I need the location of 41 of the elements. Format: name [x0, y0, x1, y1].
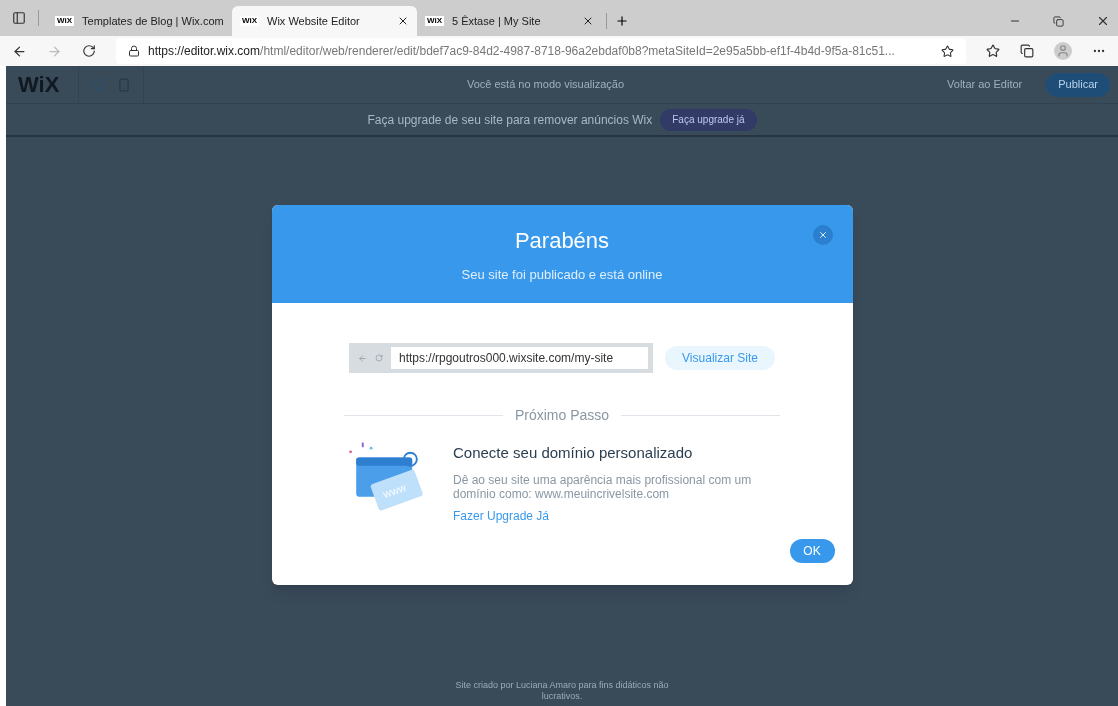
- close-icon: [817, 230, 828, 240]
- back-arrow-icon: [358, 353, 367, 363]
- site-url: https://rpgoutros000.wixsite.com/my-site: [391, 347, 648, 369]
- close-button[interactable]: [812, 225, 833, 245]
- preview-notice: Você está no modo visualização: [465, 77, 626, 93]
- wix-logo: WiX: [17, 71, 61, 99]
- restore-icon[interactable]: [1053, 15, 1064, 27]
- step-title: Conecte seu domínio personalizado: [453, 443, 694, 463]
- reload-icon[interactable]: [82, 44, 96, 58]
- back-to-editor-link[interactable]: Voltar ao Editor: [947, 76, 1023, 93]
- tab-actions-icon[interactable]: [12, 11, 26, 25]
- reload-icon: [375, 354, 383, 362]
- domain-illustration-drawing: WWW: [345, 438, 429, 518]
- section-label: Próximo Passo: [514, 406, 610, 425]
- modal-title: Parabéns: [514, 226, 610, 255]
- url-path: /html/editor/web/renderer/edit/bdef7ac9-84d2-4987-8718-96a2ebdaf0b8?metaSiteId=2e95a5bb-ef1f-4b4d-9f5a-81c51...: [260, 43, 895, 60]
- tab-title: 5 Êxtase | My Site: [452, 13, 542, 29]
- close-icon[interactable]: [397, 15, 409, 27]
- favorites-icon[interactable]: [986, 44, 1000, 58]
- browser-tab[interactable]: WiX Wix Website Editor: [232, 6, 417, 36]
- add-favorite-icon[interactable]: [941, 44, 954, 58]
- lock-icon: [128, 45, 140, 57]
- close-icon[interactable]: [582, 15, 594, 27]
- collections-icon[interactable]: [1020, 44, 1034, 58]
- tab-favicon: WiX: [55, 16, 75, 26]
- tab-title: Templates de Blog | Wix.com: [82, 13, 224, 29]
- close-icon[interactable]: [1096, 14, 1110, 28]
- address-bar[interactable]: https://editor.wix.com/html/editor/web/renderer/edit/bdef7ac9-84d2-4987-8718-96a2ebdaf0b8?metaSiteId=2e95a5bb-ef1f-4b4d-9f5a-81c51...: [116, 38, 966, 64]
- profile-icon[interactable]: [1054, 42, 1072, 60]
- url-host: https://editor.wix.com: [148, 43, 261, 60]
- step-description: Dê ao seu site uma aparência mais profissional com um domínio como: www.meuincrivelsite.com: [453, 472, 753, 501]
- new-tab-icon[interactable]: [615, 14, 629, 28]
- modal-subtitle: Seu site foi publicado e está online: [461, 265, 663, 284]
- back-icon[interactable]: [12, 43, 27, 59]
- footer-text: Site criado por Luciana Amaro para fins didáticos não lucrativos.: [454, 680, 670, 702]
- tab-title: Wix Website Editor: [267, 13, 361, 29]
- upgrade-notice: Faça upgrade de seu site para remover anúncios Wix: [367, 111, 653, 129]
- publish-button[interactable]: Publicar: [1046, 72, 1110, 97]
- tab-favicon: WiX: [240, 16, 260, 26]
- tab-favicon: WiX: [425, 16, 445, 26]
- upgrade-button[interactable]: Faça upgrade já: [660, 108, 757, 131]
